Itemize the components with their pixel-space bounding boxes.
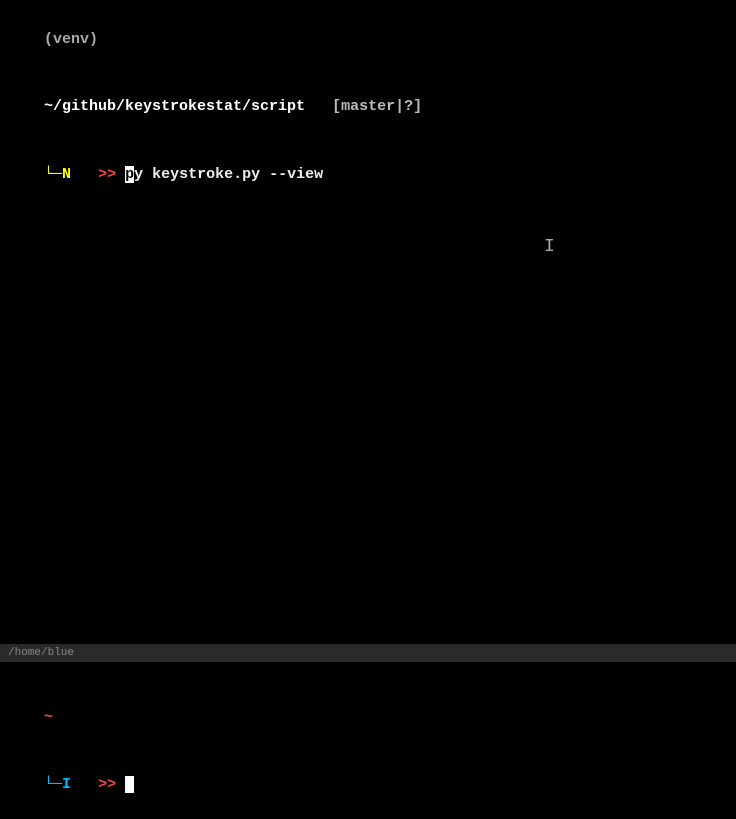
terminal-cursor: p: [125, 166, 134, 183]
git-branch-status: [master|?]: [332, 98, 422, 115]
command-input[interactable]: y keystroke.py --view: [134, 166, 323, 183]
tmux-status-bar[interactable]: /home/blue: [0, 644, 736, 662]
prompt-line-top[interactable]: └─N >> py keystroke.py --view: [8, 141, 728, 209]
tilde-line: ~: [8, 684, 728, 752]
cwd-path: ~/github/keystrokestat/script: [44, 98, 305, 115]
prompt-corner-icon: └─: [44, 774, 62, 797]
bottom-terminal-pane[interactable]: ~ └─I >>: [0, 662, 736, 800]
prompt-arrows-icon: >>: [98, 166, 116, 183]
venv-indicator: (venv): [44, 31, 98, 48]
mouse-ibeam-cursor: I: [544, 237, 555, 257]
tilde-indicator: ~: [44, 709, 53, 726]
prompt-corner-icon: └─: [44, 164, 62, 187]
venv-line: (venv): [8, 6, 728, 74]
status-path: /home/blue: [8, 647, 74, 659]
vi-mode-indicator: I: [62, 776, 71, 793]
prompt-line-bottom[interactable]: └─I >>: [8, 752, 728, 819]
vi-mode-indicator: N: [62, 166, 71, 183]
terminal-cursor: [125, 776, 134, 793]
path-line: ~/github/keystrokestat/script [master|?]: [8, 74, 728, 142]
prompt-arrows-icon: >>: [98, 776, 116, 793]
top-terminal-pane[interactable]: (venv) ~/github/keystrokestat/script [ma…: [0, 0, 736, 644]
